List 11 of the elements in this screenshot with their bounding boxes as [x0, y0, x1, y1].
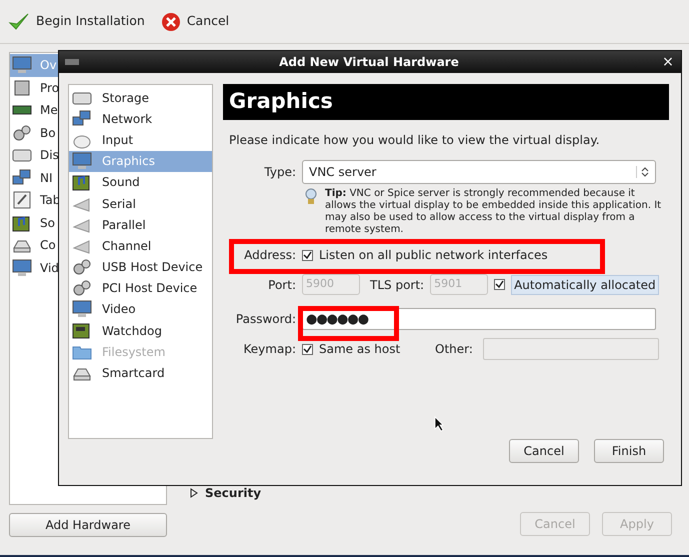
- field-label: Address:: [243, 247, 296, 264]
- field-label: Password:: [234, 311, 296, 328]
- field-label: Keymap:: [242, 341, 296, 358]
- tip-text: Tip: VNC or Spice server is strongly recommended because it allows the virtual display to be embedded inside this application. It may also be used to allow access to the virtual display from a remote system.: [325, 188, 662, 236]
- field-label: Other:: [435, 341, 474, 358]
- window-title: Add New Virtual Hardware: [278, 54, 460, 71]
- page-heading: Graphics: [223, 84, 669, 120]
- field-label: TLS port:: [370, 276, 424, 294]
- intro-text: Please indicate how you would like to view the virtual display.: [229, 132, 601, 149]
- field-label: Port:: [267, 276, 296, 294]
- field-label: Type:: [263, 164, 296, 181]
